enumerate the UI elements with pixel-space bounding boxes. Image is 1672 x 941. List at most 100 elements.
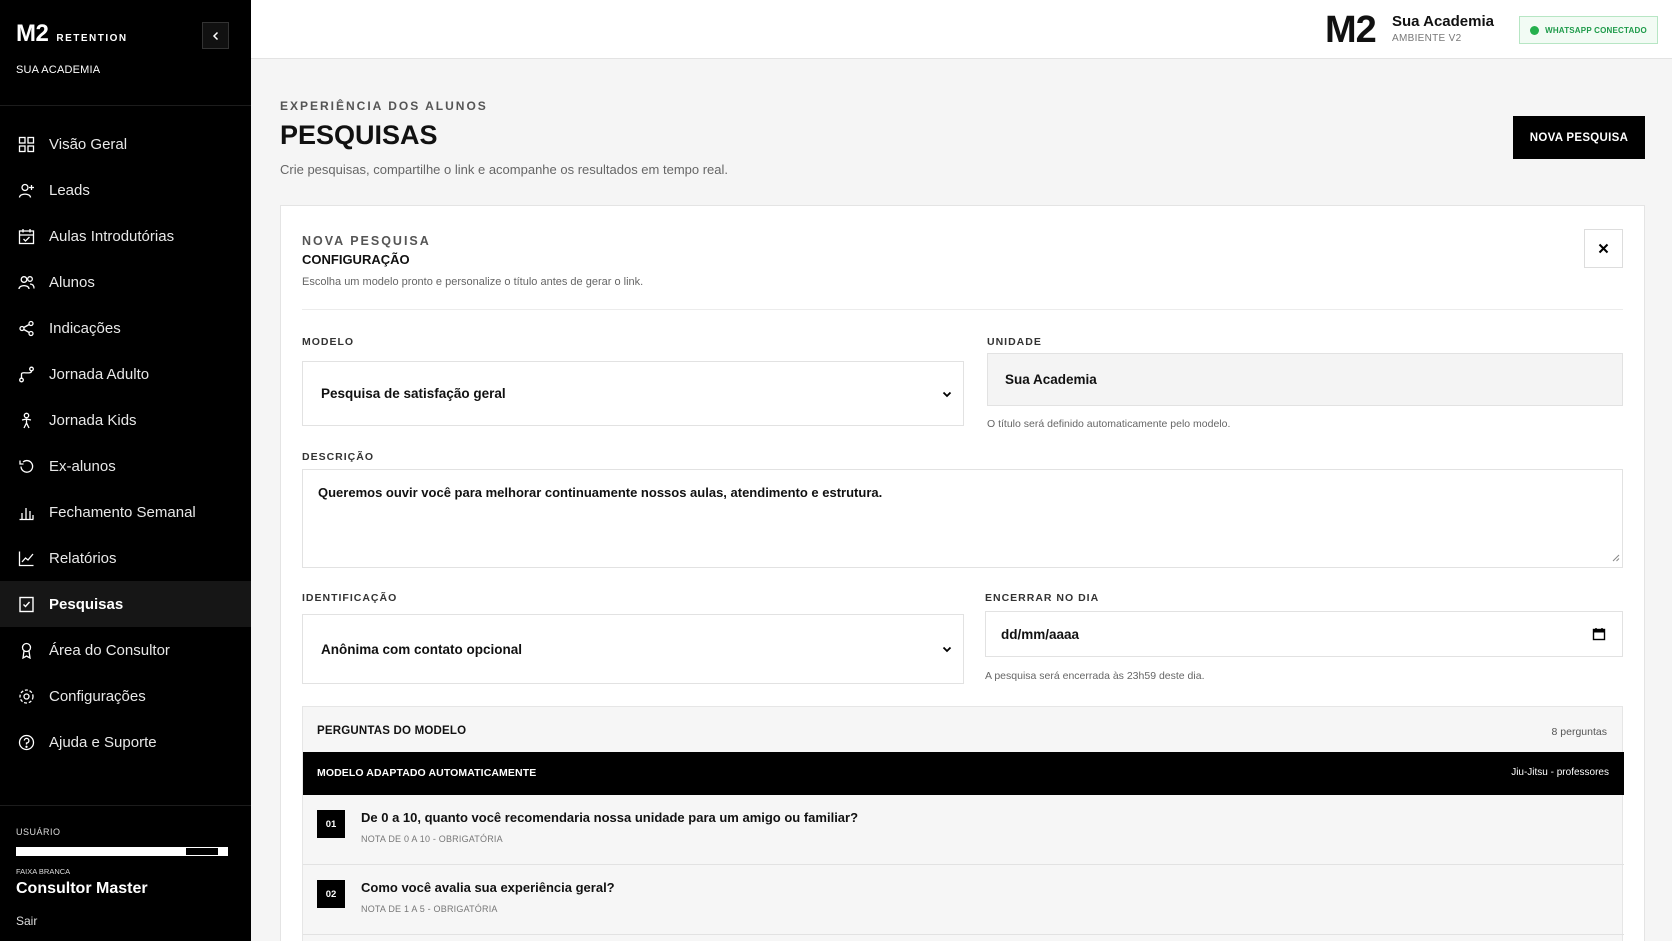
logout-link[interactable]: Sair [16,914,228,928]
new-survey-card: NOVA PESQUISA CONFIGURAÇÃO Escolha um mo… [280,205,1645,941]
belt-label: FAIXA BRANCA [16,867,71,876]
sidebar-item-fechamento-semanal[interactable]: Fechamento Semanal [0,489,251,535]
sidebar-item-ex-alunos[interactable]: Ex-alunos [0,443,251,489]
identification-select-value: Anônima com contato opcional [321,641,523,657]
history-icon [18,458,35,475]
page-eyebrow: EXPERIÊNCIA DOS ALUNOS [280,99,488,113]
sidebar-item-label: Leads [49,181,90,199]
question-text: Como você avalia sua experiência geral? [361,880,615,895]
sidebar-item-label: Jornada Adulto [49,365,150,383]
adapted-model-target: Jiu-Jitsu - professores [1511,767,1609,778]
status-dot-icon [1530,25,1540,35]
adapted-model-label: MODELO ADAPTADO AUTOMATICAMENTE [317,767,537,779]
calendar-icon[interactable] [1592,627,1606,641]
end-date-hint: A pesquisa será encerrada às 23h59 deste… [985,670,1205,682]
whatsapp-status-text: WHATSAPP CONECTADO [1545,25,1647,35]
card-eyebrow: NOVA PESQUISA [302,234,431,248]
sidebar-item-alunos[interactable]: Alunos [0,259,251,305]
description-textarea[interactable]: Queremos ouvir você para melhorar contin… [302,469,1623,568]
sidebar-item-label: Alunos [49,273,95,291]
top-logo: M2 [1325,9,1377,51]
question-row[interactable]: 01 De 0 a 10, quanto você recomendaria n… [303,795,1624,865]
belt-bar [16,847,228,856]
sidebar-item-label: Fechamento Semanal [49,503,196,521]
academy-name: Sua Academia [1392,13,1494,30]
close-button[interactable] [1584,229,1623,268]
sidebar-item-label: Área do Consultor [49,641,170,659]
environment-label: AMBIENTE V2 [1392,33,1462,44]
question-meta: NOTA DE 1 A 5 - OBRIGATÓRIA [361,904,498,914]
checklist-icon [18,596,35,613]
question-row[interactable]: 02 Como você avalia sua experiência gera… [303,865,1624,935]
collapse-sidebar-button[interactable] [202,22,229,49]
sidebar-item-relatorios[interactable]: Relatórios [0,535,251,581]
model-select-value: Pesquisa de satisfação geral [321,386,506,401]
adapted-model-band: MODELO ADAPTADO AUTOMATICAMENTE Jiu-Jits… [303,752,1624,795]
sidebar-item-label: Visão Geral [49,135,128,153]
sidebar-divider [0,105,251,106]
questions-count: 8 perguntas [1551,726,1607,738]
topbar: M2 Sua Academia AMBIENTE V2 WHATSAPP CON… [251,0,1672,59]
sidebar-item-ajuda-e-suporte[interactable]: Ajuda e Suporte [0,719,251,765]
sidebar-item-area-do-consultor[interactable]: Área do Consultor [0,627,251,673]
sidebar-item-label: Indicações [49,319,121,337]
sidebar-item-label: Relatórios [49,549,117,567]
sidebar-item-label: Ajuda e Suporte [49,733,157,751]
page-subtitle: Crie pesquisas, compartilhe o link e aco… [280,162,729,177]
chevron-down-icon [941,643,953,655]
calendar-icon [18,228,35,245]
sidebar-item-indicacoes[interactable]: Indicações [0,305,251,351]
grid-icon [18,136,35,153]
resize-handle-icon[interactable] [1611,550,1620,565]
question-text: De 0 a 10, quanto você recomendaria noss… [361,810,859,825]
sidebar-item-label: Jornada Kids [49,411,137,429]
brand-logo: M2 RETENTION [16,20,128,48]
sidebar-item-visao-geral[interactable]: Visão Geral [0,121,251,167]
sidebar-divider [0,805,251,806]
sidebar-item-aulas-introdutorias[interactable]: Aulas Introdutórias [0,213,251,259]
help-icon [18,734,35,751]
chevron-down-icon [941,388,953,400]
page-title: PESQUISAS [280,120,438,150]
description-value: Queremos ouvir você para melhorar contin… [318,485,883,500]
model-select[interactable]: Pesquisa de satisfação geral [302,361,964,426]
sidebar-item-label: Pesquisas [49,595,124,613]
sidebar: M2 RETENTION SUA ACADEMIA Visão Geral Le… [0,0,251,941]
unit-value: Sua Academia [1005,372,1097,387]
brand-academy: SUA ACADEMIA [16,64,101,76]
end-date-input[interactable]: dd/mm/aaaa [985,611,1623,657]
belt-tip [186,848,218,855]
sidebar-nav: Visão Geral Leads Aulas Introdutórias Al… [0,121,251,765]
line-chart-icon [18,550,35,567]
brand-logo-sub: RETENTION [56,33,128,44]
questions-panel: PERGUNTAS DO MODELO 8 perguntas MODELO A… [302,706,1624,941]
sidebar-item-leads[interactable]: Leads [0,167,251,213]
whatsapp-status-badge: WHATSAPP CONECTADO [1519,16,1658,44]
close-icon [1598,243,1609,254]
new-survey-button[interactable]: NOVA PESQUISA [1513,116,1645,159]
identification-select[interactable]: Anônima com contato opcional [302,614,964,684]
description-label: DESCRIÇÃO [302,451,375,463]
questions-title: PERGUNTAS DO MODELO [317,725,467,737]
card-subtitle: Escolha um modelo pronto e personalize o… [302,276,644,288]
share-icon [18,320,35,337]
sidebar-item-jornada-kids[interactable]: Jornada Kids [0,397,251,443]
bar-chart-icon [18,504,35,521]
sidebar-item-label: Aulas Introdutórias [49,227,175,245]
sidebar-item-pesquisas[interactable]: Pesquisas [0,581,251,627]
gear-icon [18,688,35,705]
sidebar-item-label: Ex-alunos [49,457,116,475]
academy-switcher[interactable]: Sua Academia AMBIENTE V2 [1392,13,1494,44]
sidebar-item-jornada-adulto[interactable]: Jornada Adulto [0,351,251,397]
unit-field: Sua Academia [987,353,1623,406]
model-label: MODELO [302,336,355,348]
sidebar-item-configuracoes[interactable]: Configurações [0,673,251,719]
question-meta: NOTA DE 0 A 10 - OBRIGATÓRIA [361,834,503,844]
route-icon [18,366,35,383]
sidebar-item-label: Configurações [49,687,146,705]
award-icon [18,642,35,659]
user-name: Consultor Master [16,880,148,897]
user-plus-icon [18,182,35,199]
user-block: USUÁRIO FAIXA BRANCA Consultor Master Sa… [16,827,228,928]
identification-label: IDENTIFICAÇÃO [302,592,398,604]
